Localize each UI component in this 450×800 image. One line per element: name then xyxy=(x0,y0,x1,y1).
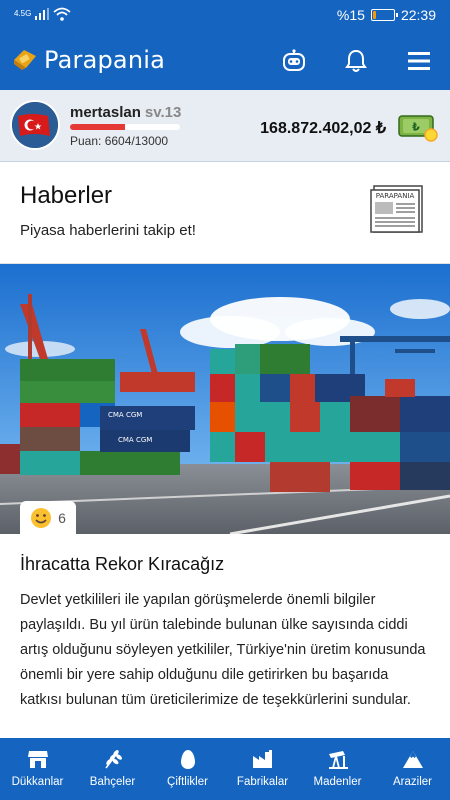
news-header: Haberler Piyasa haberlerini takip et! PA… xyxy=(0,162,450,264)
reaction-button[interactable]: 6 xyxy=(20,501,76,535)
svg-text:₺: ₺ xyxy=(412,121,420,134)
battery-percent: %15 xyxy=(336,7,365,23)
article-title: İhracatta Rekor Kıracağız xyxy=(20,554,225,574)
factory-icon xyxy=(252,750,272,768)
battery-icon xyxy=(370,9,398,21)
nav-item-fabrikalar[interactable]: Fabrikalar xyxy=(225,738,300,800)
newspaper-icon: PARAPANIA xyxy=(370,185,423,233)
article-card: İhracatta Rekor Kıracağız Devlet yetkili… xyxy=(0,534,450,738)
menu-button[interactable] xyxy=(404,46,434,76)
nav-label: Madenler xyxy=(313,776,362,788)
brand[interactable]: Parapania xyxy=(12,46,165,74)
bottom-nav: Dükkanlar Bahçeler Çiftlikler Fabrikalar xyxy=(0,738,450,800)
container-label: CMA CGM xyxy=(108,411,142,419)
nav-label: Fabrikalar xyxy=(236,776,289,788)
points-text: Puan: 6604/13000 xyxy=(70,134,169,148)
page-title: Haberler xyxy=(20,182,113,209)
username: mertaslan sv.13 xyxy=(70,104,181,121)
mountain-icon xyxy=(402,751,423,768)
user-level: sv.13 xyxy=(144,104,182,121)
balance: 168.872.402,02 ₺ xyxy=(260,120,386,137)
xp-progress-bar xyxy=(70,124,180,130)
app-bar: Parapania xyxy=(0,32,450,90)
store-icon xyxy=(27,751,48,768)
article-image: CMA CGM CMA CGM xyxy=(0,264,450,534)
newspaper-label: PARAPANIA xyxy=(376,192,415,200)
nav-label: Çiftlikler xyxy=(167,776,208,788)
username-text: mertaslan xyxy=(70,104,141,121)
avatar[interactable] xyxy=(10,100,60,150)
reaction-count: 6 xyxy=(58,510,66,526)
wifi-icon xyxy=(53,7,71,21)
clock: 22:39 xyxy=(400,7,436,23)
pump-icon xyxy=(328,751,348,769)
network-indicator: 4.5G xyxy=(14,9,32,18)
nav-label: Dükkanlar xyxy=(11,776,64,788)
nav-item-dukkanlar[interactable]: Dükkanlar xyxy=(0,738,75,800)
nav-item-araziler[interactable]: Araziler xyxy=(375,738,450,800)
notifications-button[interactable] xyxy=(341,46,371,76)
nav-label: Araziler xyxy=(393,776,432,788)
nav-item-bahceler[interactable]: Bahçeler xyxy=(75,738,150,800)
robot-button[interactable] xyxy=(279,46,309,76)
logo-icon xyxy=(14,50,36,70)
robot-icon xyxy=(283,49,305,71)
profile-panel: mertaslan sv.13 Puan: 6604/13000 168.872.… xyxy=(0,90,450,162)
nav-label: Bahçeler xyxy=(89,776,136,788)
egg-icon xyxy=(180,750,195,769)
page-subtitle: Piyasa haberlerini takip et! xyxy=(20,222,196,239)
container-label: CMA CGM xyxy=(118,436,152,444)
article-body: Devlet yetkilileri ile yapılan görüşmele… xyxy=(20,592,426,708)
signal-icon xyxy=(35,8,50,20)
nav-item-ciftlikler[interactable]: Çiftlikler xyxy=(150,738,225,800)
menu-icon xyxy=(408,52,430,70)
container-port-image: CMA CGM CMA CGM xyxy=(0,264,450,534)
turkey-flag-avatar xyxy=(12,102,58,148)
nav-item-madenler[interactable]: Madenler xyxy=(300,738,375,800)
bell-icon xyxy=(345,49,367,72)
money-button[interactable]: ₺ xyxy=(398,114,438,142)
smiley-icon xyxy=(31,508,52,528)
app-title: Parapania xyxy=(44,46,166,74)
wheat-icon xyxy=(104,750,122,769)
banknote-icon: ₺ xyxy=(398,115,438,142)
status-bar: 4.5G %15 22:39 xyxy=(0,0,450,32)
